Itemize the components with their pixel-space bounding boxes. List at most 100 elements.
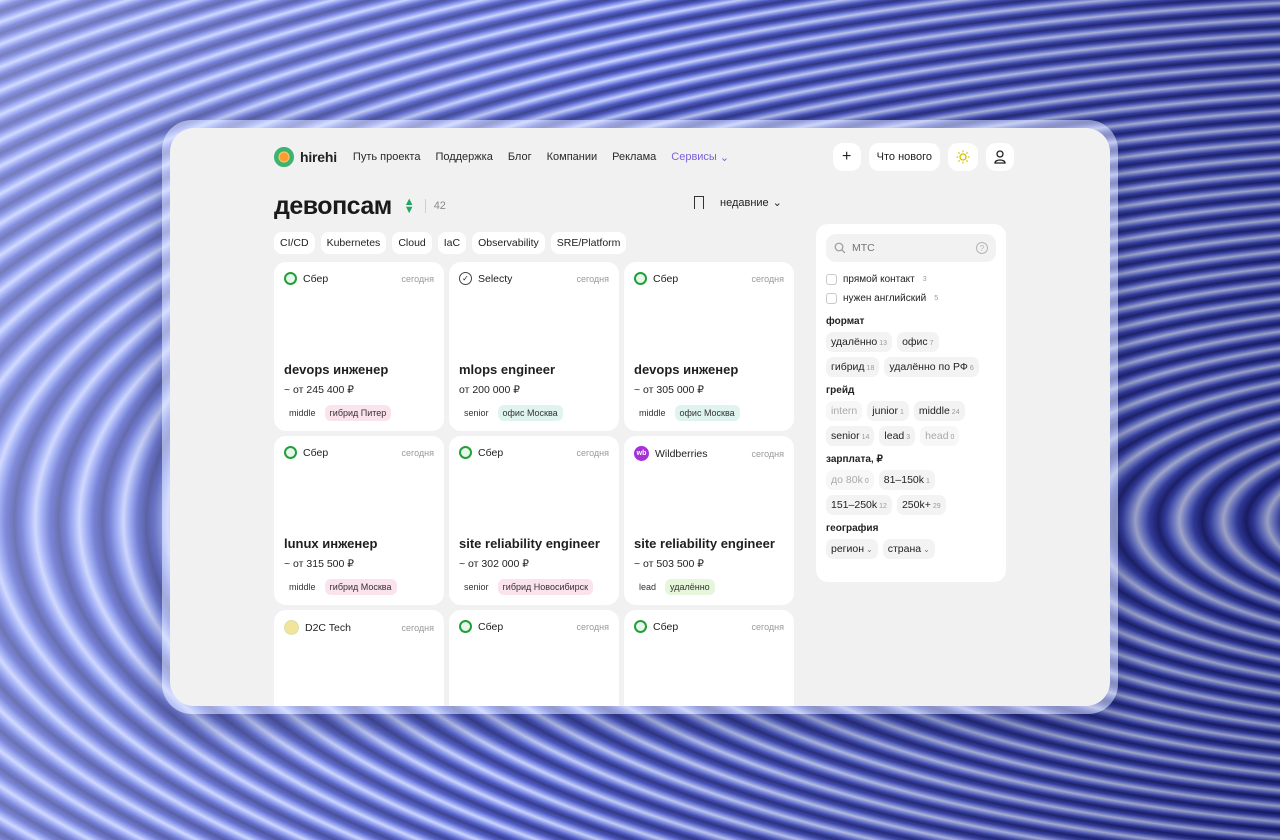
filter-option-label: страна (887, 543, 922, 555)
theme-toggle-button[interactable] (948, 143, 978, 171)
tag-cloud[interactable]: Cloud (392, 232, 432, 254)
filter-option-count: 1 (899, 409, 904, 416)
checkbox[interactable] (826, 293, 837, 304)
nav-item-services[interactable]: Сервисы ⌄ (671, 151, 729, 164)
logo[interactable]: hirehi (274, 147, 337, 167)
company[interactable]: Сбер (459, 620, 503, 633)
company[interactable]: Сбер (634, 272, 678, 285)
filter-option: intern (826, 401, 863, 421)
filter-option-label: senior (831, 430, 860, 442)
job-title[interactable]: mlops engineer (459, 362, 555, 377)
filter-option[interactable]: удалённо 13 (826, 332, 893, 352)
header: hirehi Путь проекта Поддержка Блог Компа… (274, 140, 1014, 174)
tag-cicd[interactable]: CI/CD (274, 232, 315, 254)
vacancy-card[interactable]: ✓ Selecty сегодня mlops engineer от 200 000 … (449, 262, 619, 431)
vacancy-card[interactable]: Сбер сегодня (449, 610, 619, 706)
job-title[interactable]: devops инженер (634, 362, 738, 377)
filter-section-label: зарплата, ₽ (826, 454, 883, 465)
nav-item-ads[interactable]: Реклама (612, 151, 656, 163)
sort-dropdown[interactable]: недавние ⌄ (720, 196, 782, 210)
nav-item-support[interactable]: Поддержка (435, 151, 492, 163)
checkbox[interactable] (826, 274, 837, 285)
profile-button[interactable] (986, 143, 1014, 171)
salary: ~ от 305 000 ₽ (634, 384, 704, 396)
company[interactable]: wb Wildberries (634, 446, 708, 461)
filter-option[interactable]: офис 7 (897, 332, 939, 352)
whats-new-button[interactable]: Что нового (868, 143, 940, 171)
sber-logo-icon (284, 272, 297, 285)
sber-logo-icon (634, 272, 647, 285)
search-box: ? (826, 234, 996, 262)
company[interactable]: Сбер (284, 446, 328, 459)
tag-observability[interactable]: Observability (472, 232, 545, 254)
job-title[interactable]: lunux инженер (284, 536, 377, 551)
filter-option[interactable]: middle 24 (913, 401, 965, 421)
filter-option[interactable]: senior 14 (826, 426, 875, 446)
filter-option-count: 18 (866, 365, 875, 372)
filter-option[interactable]: регион ⌄ (826, 539, 878, 559)
job-title[interactable]: devops инженер (284, 362, 388, 377)
help-icon[interactable]: ? (976, 242, 988, 254)
grade-chip: middle (284, 579, 321, 595)
nav-item-blog[interactable]: Блог (508, 151, 532, 163)
services-label: Сервисы (671, 151, 717, 163)
card-header: Сбер сегодня (459, 446, 609, 459)
vacancy-card[interactable]: Сбер сегодня lunux инженер ~ от 315 500 ₽ mi… (274, 436, 444, 605)
filter-option[interactable]: lead 3 (879, 426, 916, 446)
filter-option[interactable]: 81–150k 1 (878, 470, 935, 490)
tag-iac[interactable]: IaC (437, 232, 467, 254)
card-header: D2C Tech сегодня (284, 620, 434, 635)
vacancy-card[interactable]: Сбер сегодня site reliability engineer ~ от… (449, 436, 619, 605)
filter-option[interactable]: junior 1 (867, 401, 909, 421)
nav-item-companies[interactable]: Компании (547, 151, 598, 163)
grade-chip: middle (284, 405, 321, 421)
company[interactable]: Сбер (634, 620, 678, 633)
add-button[interactable]: + (832, 143, 861, 171)
chevron-down-icon: ⌄ (719, 151, 730, 164)
filter-option[interactable]: 250k+ 29 (896, 495, 946, 515)
filter-option-label: lead (884, 430, 905, 442)
checkbox-row[interactable]: прямой контакт 3 (826, 270, 996, 289)
vacancy-card[interactable]: Сбер сегодня devops инженер ~ от 305 000 ₽ m… (624, 262, 794, 431)
filter-options: удалённо 13 офис 7 гибрид 18 удалённо по РФ 6 (826, 332, 996, 377)
filter-option[interactable]: страна ⌄ (882, 539, 935, 559)
d2c-logo-icon (284, 620, 299, 635)
company[interactable]: Сбер (459, 446, 503, 459)
search-input[interactable] (852, 242, 970, 254)
vacancy-card[interactable]: Сберсегодняинженер (624, 610, 794, 706)
company-name: Selecty (478, 272, 513, 285)
vacancy-card[interactable]: Сбер сегодня devops инженер ~ от 245 400 ₽ m… (274, 262, 444, 431)
vacancy-card[interactable]: wb Wildberries сегодня site reliability eng… (624, 436, 794, 605)
chevron-down-icon: ⌄ (866, 545, 873, 554)
filter-option-label: 81–150k (883, 474, 925, 486)
logo-icon (274, 147, 294, 167)
bookmark-icon[interactable] (694, 196, 704, 213)
sort-arrows-icon[interactable]: ▲ ▼ (404, 197, 415, 216)
company-name: Сбер (303, 446, 329, 459)
filter-option-label: 151–250k (831, 499, 878, 511)
chevron-down-icon: ⌄ (923, 545, 930, 554)
filter-option[interactable]: 151–250k 12 (826, 495, 892, 515)
job-title[interactable]: site reliability engineer (634, 536, 775, 551)
checkbox-row[interactable]: нужен английский 5 (826, 289, 996, 308)
card-chips: senior гибрид Новосибирск (459, 579, 594, 595)
nav-item-path[interactable]: Путь проекта (353, 151, 421, 163)
filter-section-label: грейд (826, 385, 855, 396)
app-screen: hirehi Путь проекта Поддержка Блог Компа… (170, 128, 1110, 706)
job-title[interactable]: site reliability engineer (459, 536, 600, 551)
tag-kubernetes[interactable]: Kubernetes (320, 232, 387, 254)
filter-options: до 80k 0 81–150k 1 151–250k 12 250k+ 29 (826, 470, 996, 515)
vacancy-card[interactable]: D2C Tech сегодня (274, 610, 444, 706)
filter-option-count: 0 (950, 434, 955, 441)
salary: ~ от 245 400 ₽ (284, 384, 354, 396)
tag-sre-platform[interactable]: SRE/Platform (550, 232, 627, 254)
filter-option[interactable]: удалённо по РФ 6 (884, 357, 979, 377)
tag-filters: CI/CD Kubernetes Cloud IaC Observability… (274, 232, 627, 254)
company[interactable]: ✓ Selecty (459, 272, 512, 285)
main-nav: Путь проекта Поддержка Блог Компании Рек… (353, 151, 729, 164)
filter-option[interactable]: гибрид 18 (826, 357, 880, 377)
filter-option-label: гибрид (831, 361, 865, 373)
company-name: Сбер (303, 272, 329, 285)
company[interactable]: Сбер (284, 272, 328, 285)
company[interactable]: D2C Tech (284, 620, 351, 635)
